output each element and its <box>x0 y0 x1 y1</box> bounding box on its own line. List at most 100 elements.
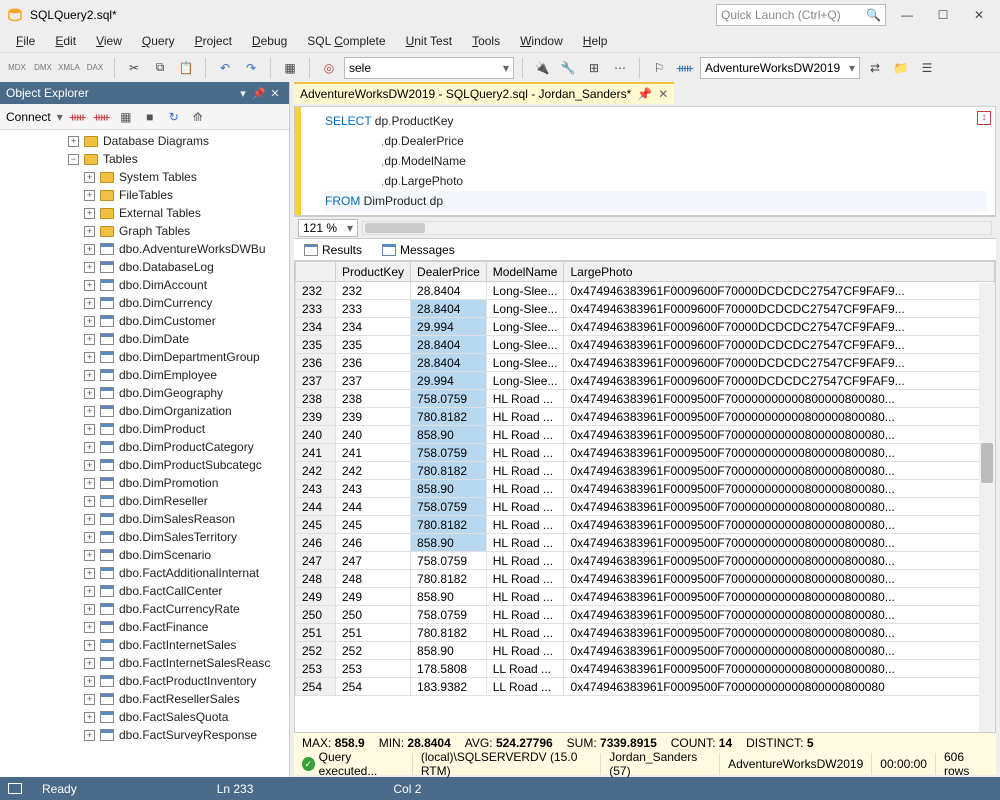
refresh-icon[interactable]: ↻ <box>165 108 183 126</box>
menu-edit[interactable]: Edit <box>45 32 86 50</box>
expander-icon[interactable]: − <box>68 154 79 165</box>
expander-icon[interactable]: + <box>84 226 95 237</box>
tree-table-dbo-FactCallCenter[interactable]: +dbo.FactCallCenter <box>0 582 289 600</box>
cell-productkey[interactable]: 245 <box>336 516 411 534</box>
cell-rownum[interactable]: 242 <box>296 462 336 480</box>
database-combo[interactable]: AdventureWorksDW2019 ▾ <box>700 57 860 79</box>
dax-icon[interactable]: DAX <box>84 57 106 79</box>
menu-query[interactable]: Query <box>132 32 185 50</box>
tree-table-dbo-DimDepartmentGroup[interactable]: +dbo.DimDepartmentGroup <box>0 348 289 366</box>
cell-dealerprice[interactable]: 28.8404 <box>411 300 487 318</box>
cell-largephoto[interactable]: 0x474946383961F0009500F70000000000080000… <box>564 642 995 660</box>
cell-largephoto[interactable]: 0x474946383961F0009500F70000000000080000… <box>564 462 995 480</box>
redo-icon[interactable]: ↷ <box>240 57 262 79</box>
menu-sqlcomplete[interactable]: SQL Complete <box>297 32 395 50</box>
tree-table-dbo-DimProductCategory[interactable]: +dbo.DimProductCategory <box>0 438 289 456</box>
cell-modelname[interactable]: HL Road ... <box>486 444 564 462</box>
cell-largephoto[interactable]: 0x474946383961F0009500F70000000000080000… <box>564 552 995 570</box>
expander-icon[interactable]: + <box>84 550 95 561</box>
table-row[interactable]: 241241758.0759HL Road ...0x474946383961F… <box>296 444 995 462</box>
cell-largephoto[interactable]: 0x474946383961F0009500F70000000000080000… <box>564 588 995 606</box>
cell-productkey[interactable]: 243 <box>336 480 411 498</box>
col-rownum[interactable] <box>296 262 336 282</box>
cell-productkey[interactable]: 234 <box>336 318 411 336</box>
cell-dealerprice[interactable]: 758.0759 <box>411 606 487 624</box>
expander-icon[interactable]: + <box>84 694 95 705</box>
cell-largephoto[interactable]: 0x474946383961F0009500F70000000000080000… <box>564 444 995 462</box>
cell-largephoto[interactable]: 0x474946383961F0009600F70000DCDCDC27547C… <box>564 372 995 390</box>
table-row[interactable]: 23623628.8404Long-Slee...0x474946383961F… <box>296 354 995 372</box>
cell-dealerprice[interactable]: 858.90 <box>411 480 487 498</box>
cell-dealerprice[interactable]: 28.8404 <box>411 354 487 372</box>
cell-dealerprice[interactable]: 858.90 <box>411 588 487 606</box>
cell-rownum[interactable]: 236 <box>296 354 336 372</box>
table-row[interactable]: 252252858.90HL Road ...0x474946383961F00… <box>296 642 995 660</box>
cell-largephoto[interactable]: 0x474946383961F0009600F70000DCDCDC27547C… <box>564 336 995 354</box>
cell-rownum[interactable]: 254 <box>296 678 336 696</box>
connect-icon[interactable]: ᚔ <box>69 108 87 126</box>
cell-rownum[interactable]: 250 <box>296 606 336 624</box>
panel-close-icon[interactable]: ✕ <box>267 85 283 101</box>
cell-dealerprice[interactable]: 183.9382 <box>411 678 487 696</box>
expander-icon[interactable]: + <box>84 334 95 345</box>
toolbar-wrench-icon[interactable]: 🔧 <box>557 57 579 79</box>
cell-dealerprice[interactable]: 858.90 <box>411 642 487 660</box>
cell-rownum[interactable]: 243 <box>296 480 336 498</box>
menu-tools[interactable]: Tools <box>462 32 510 50</box>
tree-external-tables[interactable]: +External Tables <box>0 204 289 222</box>
cell-modelname[interactable]: Long-Slee... <box>486 336 564 354</box>
cell-dealerprice[interactable]: 780.8182 <box>411 516 487 534</box>
col-largephoto[interactable]: LargePhoto <box>564 262 995 282</box>
expander-icon[interactable]: + <box>84 532 95 543</box>
tree-table-dbo-DimDate[interactable]: +dbo.DimDate <box>0 330 289 348</box>
menu-unittest[interactable]: Unit Test <box>396 32 462 50</box>
col-productkey[interactable]: ProductKey <box>336 262 411 282</box>
table-row[interactable]: 251251780.8182HL Road ...0x474946383961F… <box>296 624 995 642</box>
cell-largephoto[interactable]: 0x474946383961F0009500F70000000000080000… <box>564 408 995 426</box>
menu-help[interactable]: Help <box>573 32 618 50</box>
cell-dealerprice[interactable]: 780.8182 <box>411 624 487 642</box>
tree-table-dbo-DimPromotion[interactable]: +dbo.DimPromotion <box>0 474 289 492</box>
cell-dealerprice[interactable]: 28.8404 <box>411 282 487 300</box>
table-row[interactable]: 239239780.8182HL Road ...0x474946383961F… <box>296 408 995 426</box>
sql-editor[interactable]: ↕ SELECT dp.ProductKey ,dp.DealerPrice ,… <box>294 106 996 216</box>
tree-table-dbo-AdventureWorksDWBu[interactable]: +dbo.AdventureWorksDWBu <box>0 240 289 258</box>
tree-graph-tables[interactable]: +Graph Tables <box>0 222 289 240</box>
cell-productkey[interactable]: 235 <box>336 336 411 354</box>
cell-modelname[interactable]: LL Road ... <box>486 678 564 696</box>
expander-icon[interactable]: + <box>84 586 95 597</box>
table-row[interactable]: 254254183.9382LL Road ...0x474946383961F… <box>296 678 995 696</box>
expander-icon[interactable]: + <box>84 676 95 687</box>
tree-table-dbo-FactInternetSales[interactable]: +dbo.FactInternetSales <box>0 636 289 654</box>
expander-icon[interactable]: + <box>84 406 95 417</box>
tree-table-dbo-DimScenario[interactable]: +dbo.DimScenario <box>0 546 289 564</box>
tree-table-dbo-FactCurrencyRate[interactable]: +dbo.FactCurrencyRate <box>0 600 289 618</box>
table-row[interactable]: 243243858.90HL Road ...0x474946383961F00… <box>296 480 995 498</box>
cell-modelname[interactable]: HL Road ... <box>486 498 564 516</box>
cell-productkey[interactable]: 248 <box>336 570 411 588</box>
cell-rownum[interactable]: 253 <box>296 660 336 678</box>
cell-dealerprice[interactable]: 758.0759 <box>411 390 487 408</box>
toolbar-change-icon[interactable]: ⇄ <box>864 57 886 79</box>
filter-icon[interactable]: ▦ <box>117 108 135 126</box>
close-icon[interactable]: ✕ <box>658 87 668 101</box>
expander-icon[interactable]: + <box>84 568 95 579</box>
mdx-icon[interactable]: MDX <box>6 57 28 79</box>
close-button[interactable]: ✕ <box>964 4 994 26</box>
cell-rownum[interactable]: 247 <box>296 552 336 570</box>
pulse-icon[interactable]: ⟰ <box>189 108 207 126</box>
zoom-combo[interactable]: 121 % ▾ <box>298 219 358 237</box>
menu-window[interactable]: Window <box>510 32 573 50</box>
cell-productkey[interactable]: 232 <box>336 282 411 300</box>
expander-icon[interactable]: + <box>84 208 95 219</box>
table-row[interactable]: 247247758.0759HL Road ...0x474946383961F… <box>296 552 995 570</box>
cell-productkey[interactable]: 238 <box>336 390 411 408</box>
tree-table-dbo-DatabaseLog[interactable]: +dbo.DatabaseLog <box>0 258 289 276</box>
tree-table-dbo-DimSalesTerritory[interactable]: +dbo.DimSalesTerritory <box>0 528 289 546</box>
expander-icon[interactable]: + <box>84 442 95 453</box>
cell-largephoto[interactable]: 0x474946383961F0009600F70000DCDCDC27547C… <box>564 282 995 300</box>
cell-largephoto[interactable]: 0x474946383961F0009600F70000DCDCDC27547C… <box>564 354 995 372</box>
expander-icon[interactable]: + <box>84 280 95 291</box>
menu-debug[interactable]: Debug <box>242 32 297 50</box>
cell-modelname[interactable]: HL Road ... <box>486 624 564 642</box>
